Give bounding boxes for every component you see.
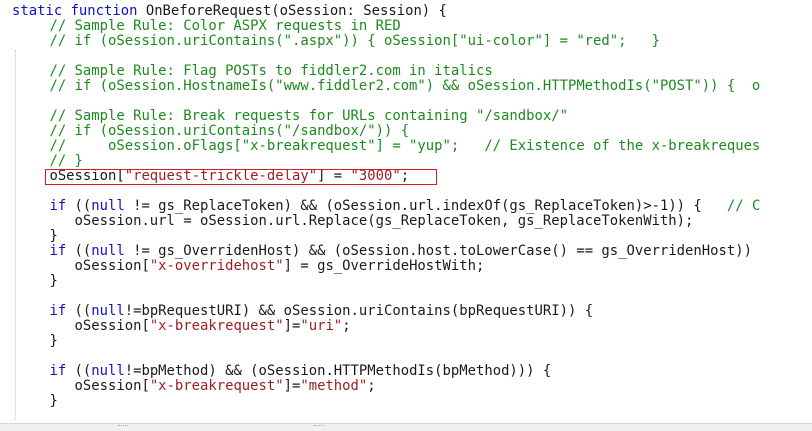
code-comment: // Sample Rule: Color ASPX requests in R… bbox=[49, 18, 401, 34]
code-text: ; bbox=[400, 168, 410, 184]
code-text: != gs_OverridenHost) && (oSession.host.t… bbox=[124, 243, 752, 259]
code-text: ; bbox=[367, 378, 376, 394]
code-string: "x-overridehost" bbox=[149, 258, 284, 274]
code-keyword: function bbox=[70, 3, 138, 19]
code-editor[interactable]: static function OnBeforeRequest(oSession… bbox=[0, 0, 812, 423]
code-text: ; bbox=[342, 318, 351, 334]
code-text: oSession[ bbox=[16, 258, 150, 274]
code-text: !=bpRequestURI) && oSession.uriContains(… bbox=[124, 303, 594, 319]
code-text: ]= bbox=[283, 378, 301, 394]
code-comment: // oSession.oFlags["x-breakrequest"] = "… bbox=[49, 138, 761, 154]
code-keyword: static bbox=[12, 3, 63, 19]
code-line[interactable]: // Sample Rule: Break requests for URLs … bbox=[16, 109, 568, 124]
code-line[interactable]: static function OnBeforeRequest(oSession… bbox=[12, 4, 447, 19]
code-text: oSession[ bbox=[16, 318, 150, 334]
code-line[interactable]: } bbox=[16, 273, 58, 289]
code-line[interactable]: } bbox=[16, 333, 58, 349]
code-text: oSession.url = oSession.url.Replace(gs_R… bbox=[16, 213, 694, 229]
code-string: "request-trickle-delay" bbox=[124, 168, 318, 184]
code-text: } bbox=[16, 273, 58, 289]
code-line[interactable]: } bbox=[16, 228, 58, 244]
code-line[interactable]: // if (oSession.uriContains(".aspx")) { … bbox=[16, 34, 660, 49]
strip-tick bbox=[314, 425, 324, 427]
code-keyword: if bbox=[49, 303, 67, 319]
code-text: (( bbox=[66, 303, 92, 319]
code-text: } bbox=[16, 333, 58, 349]
code-keyword: null bbox=[91, 243, 125, 259]
code-comment: // if (oSession.uriContains(".aspx")) { … bbox=[49, 33, 660, 49]
code-line[interactable]: oSession["x-breakrequest"]="method"; bbox=[16, 379, 376, 394]
code-string: "x-breakrequest" bbox=[149, 378, 284, 394]
code-line[interactable]: // oSession.oFlags["x-breakrequest"] = "… bbox=[16, 139, 760, 154]
code-comment: // C bbox=[726, 198, 761, 214]
code-line[interactable]: oSession["x-breakrequest"]="uri"; bbox=[16, 319, 351, 334]
code-line[interactable]: if ((null != gs_ReplaceToken) && (oSessi… bbox=[16, 199, 760, 214]
code-keyword: null bbox=[91, 303, 125, 319]
code-keyword: null bbox=[91, 363, 125, 379]
strip-tick bbox=[118, 425, 128, 427]
code-string: "x-breakrequest" bbox=[149, 318, 284, 334]
code-keyword: if bbox=[49, 198, 67, 214]
code-line[interactable]: // if (oSession.uriContains("/sandbox/")… bbox=[16, 124, 409, 139]
code-text: oSession[ bbox=[16, 378, 150, 394]
code-text: oSession[ bbox=[16, 168, 125, 184]
code-text: OnBeforeRequest(oSession: Session) { bbox=[137, 3, 447, 19]
code-line[interactable]: if ((null != gs_OverridenHost) && (oSess… bbox=[16, 244, 752, 259]
code-string: "method" bbox=[300, 378, 368, 394]
code-text: ]= bbox=[283, 318, 301, 334]
code-keyword: null bbox=[91, 198, 125, 214]
code-comment: // if (oSession.uriContains("/sandbox/")… bbox=[49, 123, 410, 139]
code-text: } bbox=[16, 228, 58, 244]
code-line[interactable]: oSession["x-overridehost"] = gs_Override… bbox=[16, 258, 485, 274]
editor-bottom-strip bbox=[0, 423, 812, 431]
code-text: (( bbox=[66, 363, 92, 379]
code-string: "3000" bbox=[350, 168, 401, 184]
code-line[interactable]: // Sample Rule: Flag POSTs to fiddler2.c… bbox=[16, 63, 493, 79]
code-comment: // } bbox=[49, 153, 83, 169]
code-text: (( bbox=[66, 198, 92, 214]
code-line[interactable]: // Sample Rule: Color ASPX requests in R… bbox=[16, 18, 401, 34]
code-line[interactable]: // } bbox=[16, 153, 83, 169]
code-text: (( bbox=[66, 243, 92, 259]
code-keyword: if bbox=[49, 363, 67, 379]
code-comment: // if (oSession.HostnameIs("www.fiddler2… bbox=[49, 78, 761, 94]
code-text: !=bpMethod) && (oSession.HTTPMethodIs(bp… bbox=[124, 363, 552, 379]
code-text: != gs_ReplaceToken) && (oSession.url.ind… bbox=[124, 198, 727, 214]
code-comment: // Sample Rule: Flag POSTs to fiddler2.c… bbox=[49, 63, 493, 79]
code-line[interactable]: // if (oSession.HostnameIs("www.fiddler2… bbox=[16, 79, 760, 94]
code-text: } bbox=[16, 393, 58, 409]
code-line-trickle-delay[interactable]: oSession["request-trickle-delay"] = "300… bbox=[16, 169, 409, 184]
code-keyword: if bbox=[49, 243, 67, 259]
code-string: "uri" bbox=[300, 318, 343, 334]
code-comment: // Sample Rule: Break requests for URLs … bbox=[49, 108, 568, 124]
code-text: ] = bbox=[317, 168, 351, 184]
code-line[interactable]: if ((null!=bpRequestURI) && oSession.uri… bbox=[16, 304, 593, 319]
code-text: ] = gs_OverrideHostWith; bbox=[283, 258, 485, 274]
code-line[interactable]: } bbox=[16, 393, 58, 409]
code-line[interactable]: if ((null!=bpMethod) && (oSession.HTTPMe… bbox=[16, 364, 551, 379]
code-line[interactable]: oSession.url = oSession.url.Replace(gs_R… bbox=[16, 213, 694, 229]
